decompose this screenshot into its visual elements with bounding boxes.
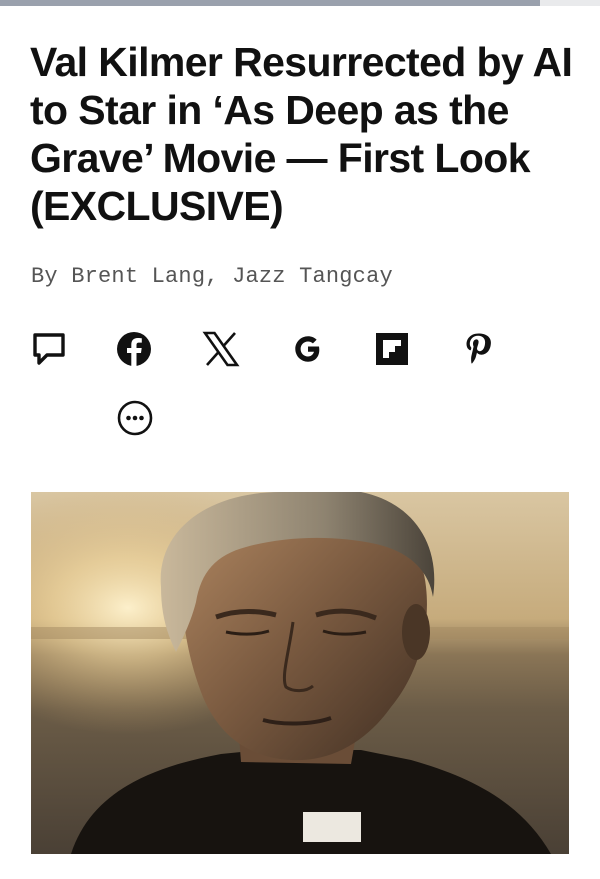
author-link[interactable]: Jazz Tangcay	[232, 264, 393, 289]
facebook-share-button[interactable]	[109, 324, 159, 374]
byline: By Brent Lang, Jazz Tangcay	[31, 264, 393, 289]
comment-button[interactable]	[24, 324, 74, 374]
more-share-options-button[interactable]	[110, 395, 160, 445]
article-headline: Val Kilmer Resurrected by AI to Star in …	[30, 39, 573, 229]
author-link[interactable]: Brent Lang	[71, 264, 205, 289]
x-icon	[201, 329, 241, 369]
flipboard-share-button[interactable]	[367, 324, 417, 374]
share-bar	[24, 324, 544, 374]
flipboard-icon	[372, 329, 412, 369]
reading-progress-fill	[0, 0, 540, 6]
more-dots-icon	[115, 398, 155, 443]
hero-image	[31, 492, 569, 854]
google-share-button[interactable]	[283, 324, 333, 374]
x-share-button[interactable]	[196, 324, 246, 374]
pinterest-share-button[interactable]	[453, 324, 503, 374]
google-icon	[288, 329, 328, 369]
pinterest-icon	[458, 329, 498, 369]
facebook-icon	[114, 329, 154, 369]
hero-photo	[31, 492, 569, 854]
speech-bubble-icon	[29, 329, 69, 369]
reading-progress-bar	[0, 0, 600, 6]
byline-prefix: By	[31, 264, 58, 289]
author-separator: ,	[205, 264, 219, 289]
